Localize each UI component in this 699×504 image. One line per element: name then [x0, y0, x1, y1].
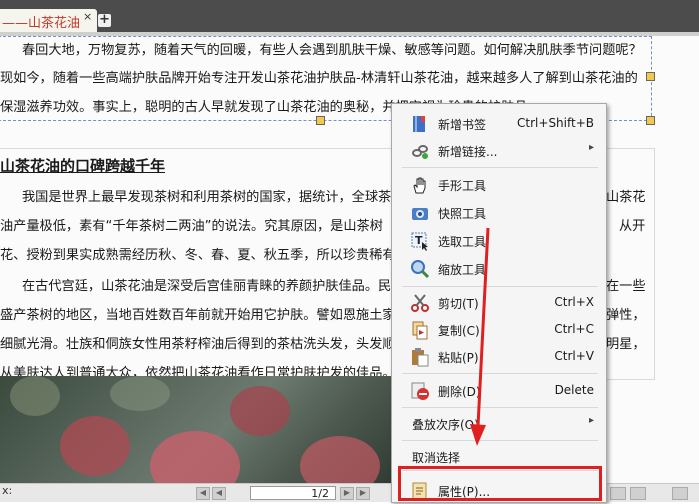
paste-icon: [412, 348, 429, 367]
camellia-photo: [0, 376, 395, 483]
tab-label: ——山茶花油: [2, 16, 81, 31]
svg-text:T: T: [415, 234, 423, 247]
resize-handle-bottom[interactable]: [316, 116, 325, 125]
link-icon: [412, 145, 428, 159]
paragraph-line: 我国是世界上最早发现茶树和利用茶树的国家，据统计，全球茶: [22, 190, 392, 205]
menu-item-hand-tool[interactable]: 手形工具: [392, 171, 604, 198]
next-page-icon[interactable]: ▶: [340, 487, 354, 500]
menu-item-snapshot-tool[interactable]: 快照工具: [392, 199, 604, 226]
text-select-icon: T: [411, 232, 428, 251]
paragraph-line: 盛产茶树的地区，当地百姓数百年前就开始用它护肤。譬如恩施土家: [0, 308, 396, 323]
section-heading: 山茶花油的口碑跨越千年: [0, 157, 166, 175]
menu-item-add-bookmark[interactable]: 新增书签 Ctrl+Shift+B: [392, 110, 604, 137]
menu-item-paste[interactable]: 粘贴(P) Ctrl+V: [392, 343, 604, 370]
first-page-icon[interactable]: ◀: [196, 487, 210, 500]
last-page-icon[interactable]: ▶: [356, 487, 370, 500]
page-number-input[interactable]: 1/2: [250, 486, 336, 500]
zoom-icon: [411, 260, 430, 279]
resize-handle-right[interactable]: [646, 72, 655, 81]
menu-separator: [402, 407, 598, 408]
resize-handle-bottom-right[interactable]: [646, 116, 655, 125]
paragraph-line-end: 弹性，: [606, 308, 646, 323]
facing-view-icon[interactable]: [672, 487, 688, 500]
hand-icon: [413, 177, 426, 194]
menu-item-copy[interactable]: 复制(C) Ctrl+C: [392, 316, 604, 343]
menu-item-cut[interactable]: 剪切(T) Ctrl+X: [392, 289, 604, 316]
paragraph-line: 细腻光滑。壮族和侗族女性用茶籽榨油后得到的茶枯洗头发，头发顺: [0, 337, 396, 352]
scissors-icon: [411, 294, 429, 312]
highlight-box: [398, 466, 602, 501]
paragraph-line-end: 从开: [619, 219, 646, 234]
menu-item-stacking-order[interactable]: 叠放次序(O) ▸: [392, 410, 604, 437]
camera-icon: [412, 208, 428, 220]
context-menu: 新增书签 Ctrl+Shift+B 新增链接... ▸ 手形工具 快照工具 T …: [391, 103, 607, 503]
menu-item-zoom-tool[interactable]: 缩放工具: [392, 255, 604, 282]
menu-item-add-link[interactable]: 新增链接... ▸: [392, 137, 604, 164]
single-page-view-icon[interactable]: [610, 487, 626, 500]
paragraph-line: 春回大地，万物复苏，随着天气的回暖，有些人会遇到肌肤干燥、敏感等问题。如何解决肌…: [22, 43, 642, 58]
close-tab-icon[interactable]: ×: [83, 10, 92, 23]
paragraph-line-end: 在一些: [606, 279, 646, 294]
submenu-arrow-icon: ▸: [588, 415, 594, 426]
continuous-view-icon[interactable]: [630, 487, 646, 500]
menu-separator: [402, 167, 598, 168]
document-tab[interactable]: ——山茶花油 ×: [0, 9, 97, 32]
menu-separator: [402, 373, 598, 374]
submenu-arrow-icon: ▸: [588, 142, 594, 153]
menu-separator: [402, 440, 598, 441]
add-tab-button[interactable]: +: [98, 13, 111, 27]
paragraph-line: 在古代宫廷，山茶花油是深受后宫佳丽青睐的养颜护肤佳品。民: [22, 279, 392, 294]
status-coordinates: x:: [2, 484, 13, 497]
bookmark-icon: [413, 116, 425, 132]
paragraph-line: 花、授粉到果实成熟需经历秋、冬、春、夏、秋五季，所以珍贵稀有: [0, 248, 396, 263]
menu-item-select-tool[interactable]: T 选取工具: [392, 227, 604, 254]
paragraph-line: 油产量极低，素有“千年茶树二两油”的说法。究其原因，是山茶树: [0, 219, 383, 234]
prev-page-icon[interactable]: ◀: [212, 487, 226, 500]
copy-icon: [412, 321, 428, 340]
tab-bar: ——山茶花油 × +: [0, 0, 699, 32]
paragraph-line-end: 山茶花: [606, 190, 646, 205]
menu-item-delete[interactable]: 删除(D) Delete: [392, 377, 604, 404]
paragraph-line: 现如今，随着一些高端护肤品牌开始专注开发山茶花油护肤品-林清轩山茶花油，越来越多…: [0, 71, 638, 86]
menu-separator: [402, 286, 598, 287]
delete-icon: [411, 382, 429, 400]
paragraph-line-end: 明星，: [606, 337, 646, 352]
